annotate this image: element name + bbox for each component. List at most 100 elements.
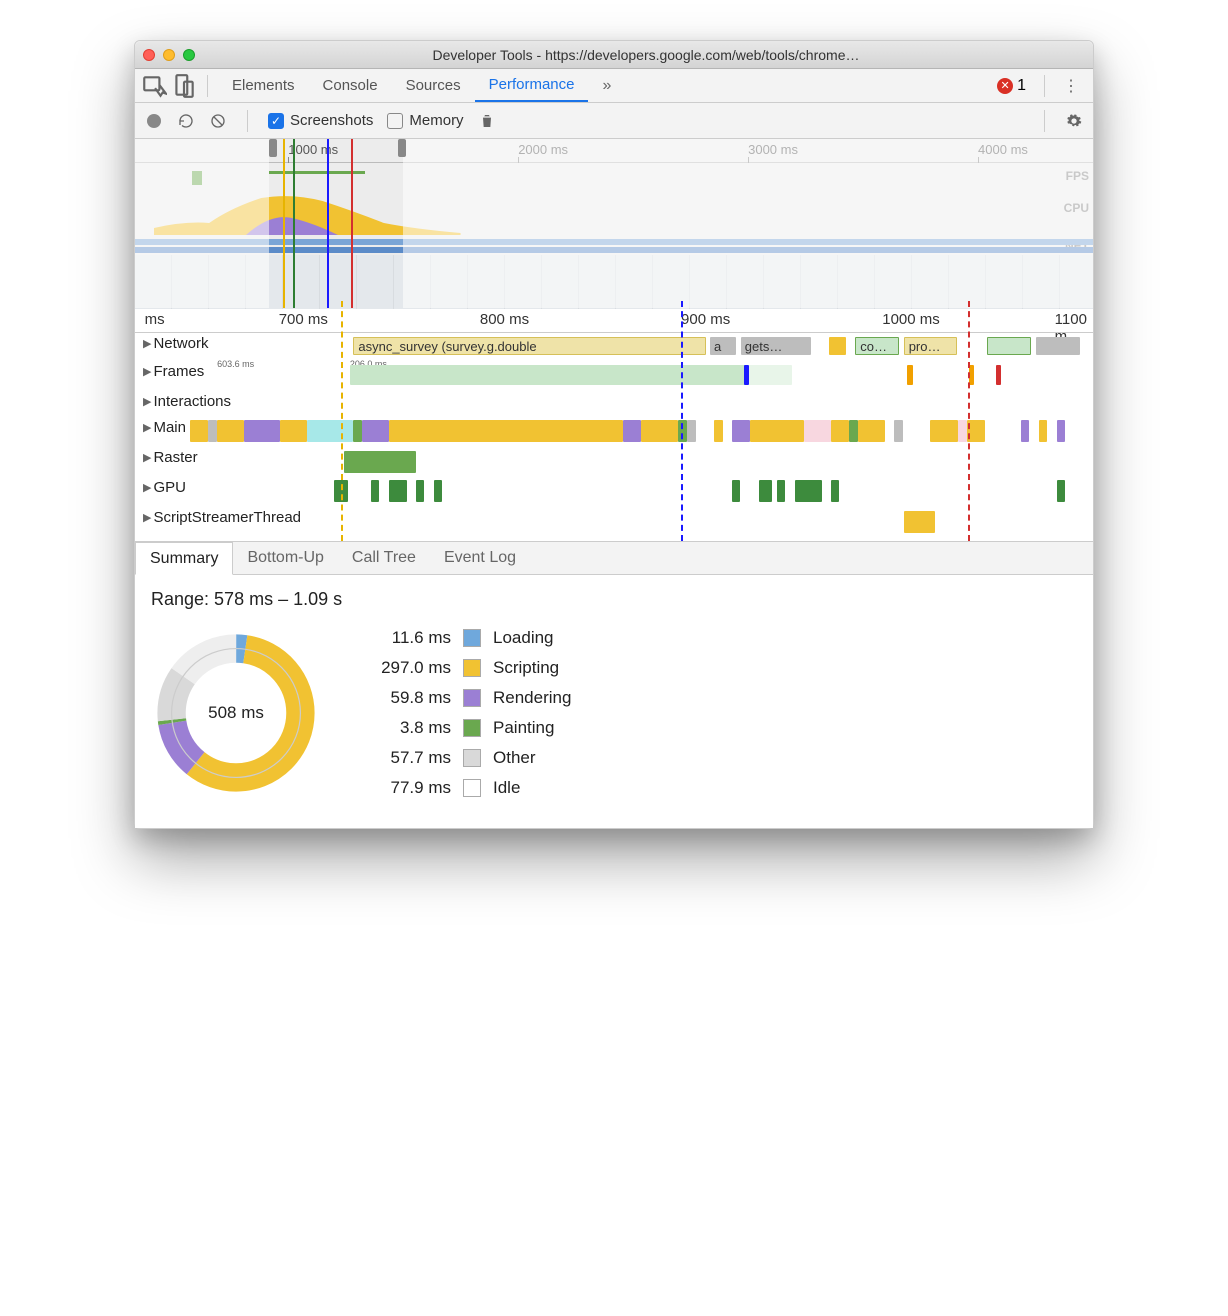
disclosure-triangle-icon[interactable]: ▶ — [143, 395, 151, 408]
task-bar[interactable] — [904, 511, 936, 533]
network-bar[interactable]: gets… — [741, 337, 811, 355]
lane-interactions[interactable]: ▶Interactions — [135, 391, 1093, 417]
main-task-bar[interactable] — [804, 420, 831, 442]
main-task-bar[interactable] — [1057, 420, 1065, 442]
inspect-element-icon[interactable] — [141, 73, 167, 99]
selection-handle-left[interactable] — [269, 139, 277, 157]
window-title: Developer Tools - https://developers.goo… — [207, 47, 1085, 63]
tab-elements[interactable]: Elements — [218, 69, 309, 102]
tab-sources[interactable]: Sources — [392, 69, 475, 102]
main-task-bar[interactable] — [958, 420, 967, 442]
memory-checkbox[interactable]: Memory — [387, 112, 463, 129]
memory-label: Memory — [409, 112, 463, 129]
summary-tab-bottom-up[interactable]: Bottom-Up — [233, 542, 337, 574]
disclosure-triangle-icon[interactable]: ▶ — [143, 451, 151, 464]
main-task-bar[interactable] — [389, 420, 624, 442]
gpu-bar[interactable] — [1057, 480, 1065, 502]
kebab-menu-icon[interactable]: ⋮ — [1055, 76, 1087, 96]
raster-bar[interactable] — [344, 451, 415, 473]
main-task-bar[interactable] — [750, 420, 804, 442]
donut-chart: 508 ms — [151, 628, 321, 798]
summary-tab-summary[interactable]: Summary — [135, 542, 233, 575]
frame-bar[interactable] — [748, 365, 792, 385]
network-bar[interactable] — [829, 337, 847, 355]
main-task-bar[interactable] — [687, 420, 696, 442]
main-task-bar[interactable] — [1021, 420, 1029, 442]
legend-label: Loading — [493, 628, 571, 648]
flame-tick: 900 ms — [681, 311, 730, 328]
more-tabs-button[interactable]: » — [592, 77, 621, 95]
marker-line — [968, 301, 970, 541]
main-task-bar[interactable] — [641, 420, 677, 442]
lane-label: Network — [153, 335, 208, 352]
main-task-bar[interactable] — [894, 420, 903, 442]
main-task-bar[interactable] — [858, 420, 885, 442]
summary-tab-call-tree[interactable]: Call Tree — [338, 542, 430, 574]
reload-button[interactable] — [177, 112, 195, 130]
checkbox-icon: ✓ — [268, 113, 284, 129]
main-task-bar[interactable] — [353, 420, 362, 442]
flame-chart[interactable]: ms700 ms800 ms900 ms1000 ms1100 m ▶Netwo… — [135, 309, 1093, 541]
gpu-bar[interactable] — [777, 480, 785, 502]
error-badge[interactable]: ✕ 1 — [997, 77, 1026, 95]
gpu-bar[interactable] — [795, 480, 822, 502]
gpu-bar[interactable] — [389, 480, 407, 502]
main-task-bar[interactable] — [930, 420, 957, 442]
main-task-bar[interactable] — [244, 420, 280, 442]
overview-dimmed — [403, 139, 1093, 308]
gpu-bar[interactable] — [759, 480, 773, 502]
delete-recording-button[interactable] — [478, 112, 496, 130]
main-task-bar[interactable] — [362, 420, 389, 442]
disclosure-triangle-icon[interactable]: ▶ — [143, 337, 151, 350]
main-task-bar[interactable] — [307, 420, 352, 442]
disclosure-triangle-icon[interactable]: ▶ — [143, 365, 151, 378]
clear-button[interactable] — [209, 112, 227, 130]
lane-main[interactable]: ▶Main — [135, 417, 1093, 447]
network-bar[interactable] — [987, 337, 1031, 355]
overview-strip[interactable]: 1000 ms2000 ms3000 ms4000 ms FPS CPU NET — [135, 139, 1093, 309]
zoom-icon[interactable] — [183, 49, 195, 61]
gpu-bar[interactable] — [831, 480, 839, 502]
record-button[interactable] — [145, 112, 163, 130]
minimize-icon[interactable] — [163, 49, 175, 61]
lane-network[interactable]: ▶Network async_survey (survey.g.double a… — [135, 333, 1093, 361]
network-bar[interactable] — [1036, 337, 1080, 355]
main-task-bar[interactable] — [714, 420, 723, 442]
settings-icon[interactable] — [1065, 112, 1083, 130]
frame-bar[interactable] — [350, 365, 748, 385]
lane-gpu[interactable]: ▶GPU — [135, 477, 1093, 507]
network-bar[interactable]: pro… — [904, 337, 957, 355]
network-bar[interactable]: co… — [855, 337, 899, 355]
main-task-bar[interactable] — [849, 420, 858, 442]
tab-console[interactable]: Console — [309, 69, 392, 102]
main-task-bar[interactable] — [208, 420, 217, 442]
gpu-bar[interactable] — [371, 480, 379, 502]
gpu-bar[interactable] — [434, 480, 442, 502]
network-bar[interactable]: a — [710, 337, 736, 355]
legend-value: 11.6 ms — [361, 628, 451, 648]
lane-raster[interactable]: ▶Raster — [135, 447, 1093, 477]
legend-swatch — [463, 749, 481, 767]
disclosure-triangle-icon[interactable]: ▶ — [143, 421, 151, 434]
main-task-bar[interactable] — [280, 420, 307, 442]
selection-handle-right[interactable] — [398, 139, 406, 157]
disclosure-triangle-icon[interactable]: ▶ — [143, 511, 151, 524]
main-task-bar[interactable] — [732, 420, 750, 442]
summary-tab-event-log[interactable]: Event Log — [430, 542, 530, 574]
main-task-bar[interactable] — [831, 420, 849, 442]
main-task-bar[interactable] — [623, 420, 641, 442]
disclosure-triangle-icon[interactable]: ▶ — [143, 481, 151, 494]
main-task-bar[interactable] — [1039, 420, 1047, 442]
screenshots-checkbox[interactable]: ✓ Screenshots — [268, 112, 373, 129]
gpu-bar[interactable] — [732, 480, 740, 502]
close-icon[interactable] — [143, 49, 155, 61]
network-bar[interactable]: async_survey (survey.g.double — [353, 337, 705, 355]
lane-frames[interactable]: ▶Frames 603.6 ms 206.0 ms — [135, 361, 1093, 391]
divider — [1044, 110, 1045, 132]
lane-script-streamer[interactable]: ▶ScriptStreamerThread — [135, 507, 1093, 541]
toggle-device-icon[interactable] — [171, 73, 197, 99]
main-task-bar[interactable] — [217, 420, 244, 442]
gpu-bar[interactable] — [416, 480, 424, 502]
tab-performance[interactable]: Performance — [475, 69, 589, 102]
main-task-bar[interactable] — [190, 420, 208, 442]
